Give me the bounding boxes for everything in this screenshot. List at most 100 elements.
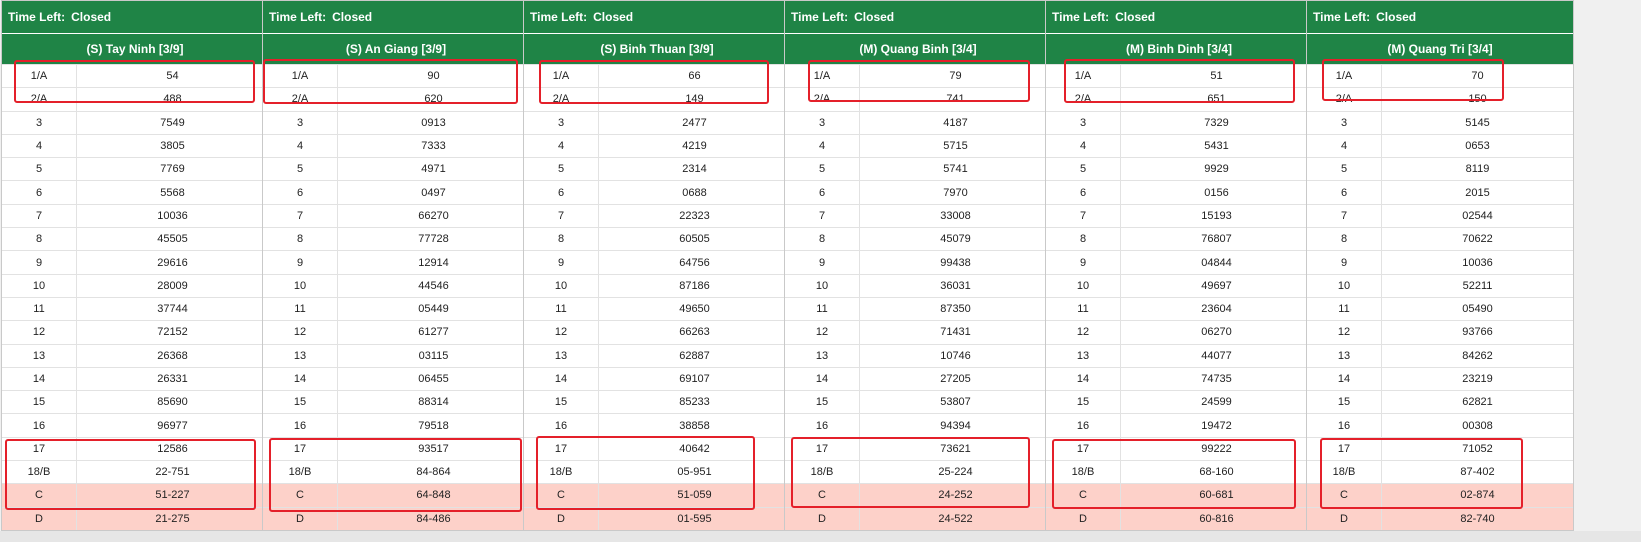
result-row: D 01-595 — [524, 506, 790, 530]
prize-number: 27205 — [859, 366, 1051, 391]
prize-number: 60-816 — [1120, 506, 1312, 530]
prize-label: 16 — [524, 413, 599, 438]
prize-number: 74735 — [1120, 366, 1312, 391]
result-row: 3 5145 — [1307, 110, 1573, 135]
prize-label: D — [524, 506, 599, 530]
prize-label: 17 — [1307, 436, 1382, 461]
result-row: 2/A 488 — [2, 87, 268, 112]
prize-number: 52211 — [1381, 273, 1573, 298]
time-left-bar: Time Left: Closed — [785, 1, 1051, 34]
result-row: D 60-816 — [1046, 506, 1312, 530]
result-row: C 64-848 — [263, 483, 529, 508]
time-left-status: Closed — [1376, 10, 1417, 24]
prize-label: 14 — [1307, 366, 1382, 391]
prize-number: 96977 — [76, 413, 268, 438]
prize-number: 5715 — [859, 133, 1051, 158]
prize-number: 36031 — [859, 273, 1051, 298]
prize-label: 17 — [1046, 436, 1121, 461]
results-table: 1/A 51 2/A 651 3 7329 4 5431 5 9929 6 0156 7 15193 8 76… — [1046, 63, 1312, 530]
prize-label: 13 — [1307, 343, 1382, 368]
prize-label: 2/A — [263, 87, 338, 112]
prize-label: D — [1046, 506, 1121, 530]
result-row: 4 0653 — [1307, 133, 1573, 158]
result-row: 12 71431 — [785, 320, 1051, 345]
prize-number: 10036 — [1381, 250, 1573, 275]
prize-label: 9 — [785, 250, 860, 275]
prize-number: 87186 — [598, 273, 790, 298]
panel-title[interactable]: (M) Quang Tri [3/4] — [1307, 34, 1573, 64]
prize-label: 3 — [785, 110, 860, 135]
prize-number: 44546 — [337, 273, 529, 298]
prize-label: 13 — [2, 343, 77, 368]
prize-label: 2/A — [1307, 87, 1382, 112]
panel-title[interactable]: (M) Quang Binh [3/4] — [785, 34, 1051, 64]
prize-number: 87-402 — [1381, 460, 1573, 484]
prize-number: 24-252 — [859, 483, 1051, 508]
panel-title[interactable]: (S) Tay Ninh [3/9] — [2, 34, 268, 64]
prize-number: 05449 — [337, 296, 529, 321]
result-row: 1/A 54 — [2, 63, 268, 88]
prize-number: 03115 — [337, 343, 529, 368]
result-row: 9 04844 — [1046, 250, 1312, 275]
prize-number: 5568 — [76, 180, 268, 205]
result-row: 18/B 05-951 — [524, 460, 790, 484]
result-row: 6 0156 — [1046, 180, 1312, 205]
result-row: 13 84262 — [1307, 343, 1573, 368]
prize-label: 11 — [1046, 296, 1121, 321]
prize-number: 45505 — [76, 227, 268, 251]
prize-label: 9 — [1046, 250, 1121, 275]
result-row: 1/A 66 — [524, 63, 790, 88]
result-row: 1/A 90 — [263, 63, 529, 88]
prize-number: 5741 — [859, 157, 1051, 181]
prize-number: 651 — [1120, 87, 1312, 112]
result-row: 5 5741 — [785, 157, 1051, 181]
panel-title[interactable]: (S) Binh Thuan [3/9] — [524, 34, 790, 64]
panel-title[interactable]: (S) An Giang [3/9] — [263, 34, 529, 64]
result-panel-quang-binh: Time Left: Closed (M) Quang Binh [3/4] 1/… — [784, 0, 1052, 531]
prize-number: 10036 — [76, 203, 268, 228]
prize-number: 22323 — [598, 203, 790, 228]
prize-number: 93517 — [337, 436, 529, 461]
result-row: 11 05490 — [1307, 296, 1573, 321]
result-row: 9 64756 — [524, 250, 790, 275]
prize-label: 12 — [263, 320, 338, 345]
prize-number: 15193 — [1120, 203, 1312, 228]
result-row: 15 53807 — [785, 390, 1051, 414]
results-table: 1/A 66 2/A 149 3 2477 4 4219 5 2314 6 0688 7 22323 8 60… — [524, 63, 790, 530]
time-left-bar: Time Left: Closed — [1307, 1, 1573, 34]
result-row: 12 93766 — [1307, 320, 1573, 345]
prize-label: D — [263, 506, 338, 530]
prize-label: 16 — [263, 413, 338, 438]
prize-label: 18/B — [1046, 460, 1121, 484]
prize-label: 8 — [263, 227, 338, 251]
prize-label: 16 — [2, 413, 77, 438]
result-row: 13 62887 — [524, 343, 790, 368]
panel-title[interactable]: (M) Binh Dinh [3/4] — [1046, 34, 1312, 64]
prize-label: 1/A — [1046, 63, 1121, 88]
prize-label: 12 — [1307, 320, 1382, 345]
prize-label: 4 — [1307, 133, 1382, 158]
time-left-status: Closed — [854, 10, 895, 24]
result-row: 1/A 51 — [1046, 63, 1312, 88]
prize-label: 11 — [1307, 296, 1382, 321]
result-row: 4 3805 — [2, 133, 268, 158]
result-row: 10 28009 — [2, 273, 268, 298]
prize-number: 149 — [598, 87, 790, 112]
prize-label: 8 — [524, 227, 599, 251]
result-row: 2/A 741 — [785, 87, 1051, 112]
prize-label: 12 — [785, 320, 860, 345]
prize-number: 26331 — [76, 366, 268, 391]
prize-number: 79518 — [337, 413, 529, 438]
prize-number: 5145 — [1381, 110, 1573, 135]
result-row: 5 9929 — [1046, 157, 1312, 181]
prize-label: 13 — [785, 343, 860, 368]
prize-label: D — [785, 506, 860, 530]
prize-number: 53807 — [859, 390, 1051, 414]
prize-label: 9 — [524, 250, 599, 275]
result-row: 4 4219 — [524, 133, 790, 158]
result-panel-an-giang: Time Left: Closed (S) An Giang [3/9] 1/A 9… — [262, 0, 530, 531]
prize-number: 150 — [1381, 87, 1573, 112]
prize-label: 4 — [785, 133, 860, 158]
prize-number: 51-227 — [76, 483, 268, 508]
result-row: 14 26331 — [2, 366, 268, 391]
